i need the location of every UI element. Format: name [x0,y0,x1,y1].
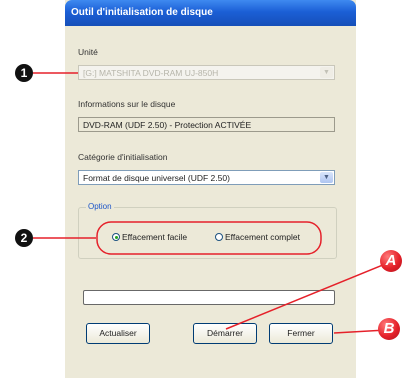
callout-1-badge: 1 [15,64,33,82]
annotation-lines [33,72,391,334]
callout-b-badge: B [378,318,400,340]
callout-2-badge: 2 [15,229,33,247]
callout-a-badge: A [380,250,402,272]
